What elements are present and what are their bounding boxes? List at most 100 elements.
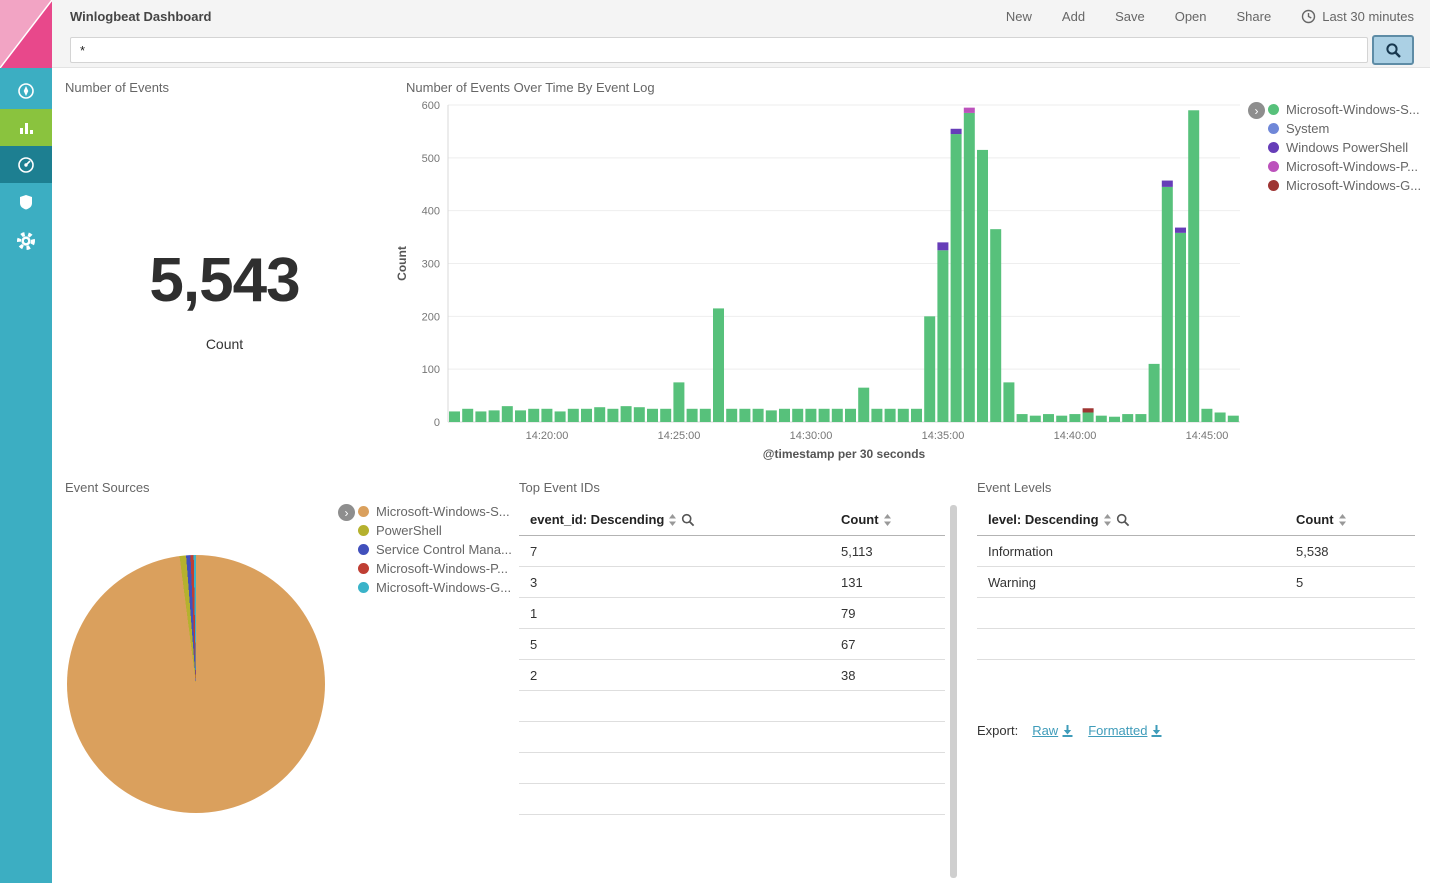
histogram-bar[interactable]: [1122, 414, 1133, 422]
table-row[interactable]: 75,113: [519, 536, 945, 567]
histogram-bar[interactable]: [898, 409, 909, 422]
sidebar-item-dashboard[interactable]: [0, 146, 52, 183]
histogram-bar[interactable]: [621, 406, 632, 422]
sidebar-item-plugin[interactable]: [0, 183, 52, 220]
histogram-bar[interactable]: [990, 229, 1001, 422]
histogram-bar[interactable]: [871, 409, 882, 422]
histogram-bar[interactable]: [449, 411, 460, 422]
sidebar-item-visualize[interactable]: [0, 109, 52, 146]
histogram-bar[interactable]: [1175, 233, 1186, 422]
export-raw-link[interactable]: Raw: [1032, 723, 1074, 738]
histogram-bar[interactable]: [1215, 412, 1226, 422]
histogram-bar[interactable]: [739, 409, 750, 422]
legend-item[interactable]: Microsoft-Windows-G...: [1268, 176, 1430, 195]
legend-item[interactable]: System: [1268, 119, 1430, 138]
menu-item-open[interactable]: Open: [1175, 9, 1207, 24]
histogram-bar[interactable]: [607, 409, 618, 422]
histogram-bar[interactable]: [528, 409, 539, 422]
histogram-bar[interactable]: [634, 407, 645, 422]
table-row[interactable]: 179: [519, 598, 945, 629]
legend-item[interactable]: PowerShell: [358, 521, 528, 540]
histogram-bar-segment[interactable]: [1175, 228, 1186, 233]
legend-item[interactable]: Microsoft-Windows-S...: [1268, 100, 1430, 119]
histogram-bar[interactable]: [581, 409, 592, 422]
histogram-bar[interactable]: [568, 409, 579, 422]
histogram-bar[interactable]: [805, 409, 816, 422]
histogram-bar[interactable]: [964, 113, 975, 422]
histogram-bar[interactable]: [502, 406, 513, 422]
histogram-bar[interactable]: [1135, 414, 1146, 422]
histogram-bar[interactable]: [475, 411, 486, 422]
histogram-bar[interactable]: [687, 409, 698, 422]
histogram-bar[interactable]: [1003, 382, 1014, 422]
histogram-bar[interactable]: [594, 407, 605, 422]
legend-item[interactable]: Microsoft-Windows-G...: [358, 578, 528, 597]
search-button[interactable]: [1372, 35, 1414, 65]
histogram-bar[interactable]: [1096, 416, 1107, 422]
histogram-bar[interactable]: [1083, 412, 1094, 422]
column-header-event-id[interactable]: event_id: Descending: [530, 512, 695, 527]
menu-item-share[interactable]: Share: [1237, 9, 1272, 24]
menu-item-new[interactable]: New: [1006, 9, 1032, 24]
magnifier-icon[interactable]: [1116, 513, 1130, 527]
histogram-bar[interactable]: [1030, 416, 1041, 422]
legend-item[interactable]: Microsoft-Windows-S...: [358, 502, 528, 521]
search-input[interactable]: [70, 37, 1368, 63]
table-scrollbar[interactable]: [950, 505, 957, 878]
legend-toggle[interactable]: ›: [338, 504, 355, 521]
menu-item-save[interactable]: Save: [1115, 9, 1145, 24]
table-row[interactable]: 567: [519, 629, 945, 660]
legend-item[interactable]: Microsoft-Windows-P...: [358, 559, 528, 578]
histogram-bar[interactable]: [832, 409, 843, 422]
histogram-bar-segment[interactable]: [937, 242, 948, 250]
histogram-bar[interactable]: [1056, 416, 1067, 422]
histogram-bar-segment[interactable]: [951, 129, 962, 134]
sidebar-item-management[interactable]: [0, 222, 52, 259]
histogram-bar[interactable]: [911, 409, 922, 422]
menu-item-add[interactable]: Add: [1062, 9, 1085, 24]
sidebar-item-discover[interactable]: [0, 72, 52, 109]
histogram-bar[interactable]: [647, 409, 658, 422]
histogram-bar[interactable]: [819, 409, 830, 422]
column-header-level[interactable]: level: Descending: [988, 512, 1130, 527]
histogram-bar[interactable]: [924, 316, 935, 422]
histogram-bar[interactable]: [1149, 364, 1160, 422]
table-row[interactable]: Warning5: [977, 567, 1415, 598]
histogram-bar[interactable]: [726, 409, 737, 422]
column-header-count[interactable]: Count: [1296, 512, 1347, 527]
legend-item[interactable]: Service Control Mana...: [358, 540, 528, 559]
legend-item[interactable]: Windows PowerShell: [1268, 138, 1430, 157]
histogram-bar-segment[interactable]: [964, 108, 975, 113]
histogram-bar[interactable]: [1069, 414, 1080, 422]
histogram-bar[interactable]: [1109, 417, 1120, 422]
histogram-bar[interactable]: [766, 410, 777, 422]
histogram-bar[interactable]: [858, 388, 869, 422]
histogram-bar[interactable]: [1201, 409, 1212, 422]
legend-item[interactable]: Microsoft-Windows-P...: [1268, 157, 1430, 176]
histogram-bar[interactable]: [660, 409, 671, 422]
histogram-bar[interactable]: [779, 409, 790, 422]
table-row[interactable]: 3131: [519, 567, 945, 598]
histogram-bar[interactable]: [1228, 416, 1239, 422]
histogram-bar[interactable]: [885, 409, 896, 422]
histogram-bar[interactable]: [1043, 414, 1054, 422]
histogram-bar-segment[interactable]: [1083, 408, 1094, 412]
histogram-bar[interactable]: [1188, 110, 1199, 422]
histogram-bar[interactable]: [845, 409, 856, 422]
histogram-bar[interactable]: [753, 409, 764, 422]
kibana-logo[interactable]: [0, 0, 52, 68]
histogram-bar[interactable]: [462, 409, 473, 422]
histogram-bar[interactable]: [1017, 414, 1028, 422]
histogram-bar[interactable]: [489, 410, 500, 422]
column-header-count[interactable]: Count: [841, 512, 892, 527]
histogram-bar[interactable]: [792, 409, 803, 422]
histogram-bar[interactable]: [937, 250, 948, 422]
histogram-bar[interactable]: [1162, 187, 1173, 422]
histogram-bar[interactable]: [713, 308, 724, 422]
table-row[interactable]: 238: [519, 660, 945, 691]
histogram-bar-segment[interactable]: [1162, 181, 1173, 187]
histogram-bar[interactable]: [541, 409, 552, 422]
magnifier-icon[interactable]: [681, 513, 695, 527]
histogram-bar[interactable]: [673, 382, 684, 422]
time-picker[interactable]: Last 30 minutes: [1301, 9, 1414, 24]
